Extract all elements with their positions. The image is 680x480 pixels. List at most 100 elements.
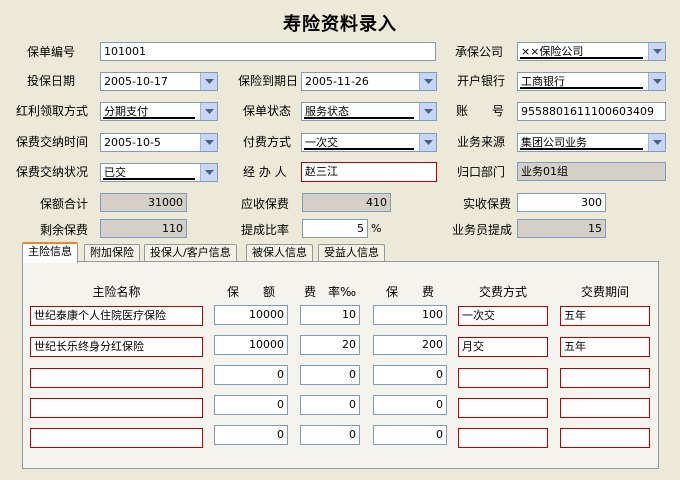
status-label: 保单状态 (243, 104, 292, 118)
focus-underline (304, 117, 414, 119)
amount-cell[interactable]: 0 (214, 425, 288, 445)
method-cell[interactable]: 一次交 (458, 306, 548, 326)
rate-cell[interactable]: 0 (300, 395, 360, 415)
rate-label: 提成比率 (241, 223, 290, 237)
premium-cell[interactable]: 100 (373, 305, 447, 325)
pay-method-label: 付费方式 (243, 135, 292, 149)
rate-cell[interactable]: 0 (300, 425, 360, 445)
pay-time-label: 保费交纳时间 (16, 135, 89, 149)
dept-label: 归口部门 (457, 165, 506, 179)
tab-beneficiary-info[interactable]: 受益人信息 (318, 244, 385, 262)
chevron-down-icon[interactable] (200, 134, 217, 151)
policy-no-label: 保单编号 (27, 45, 76, 59)
chevron-down-icon[interactable] (648, 73, 665, 90)
rate-unit: % (371, 222, 382, 235)
chevron-down-icon[interactable] (200, 103, 217, 120)
chevron-down-icon[interactable] (200, 164, 217, 181)
pay-status-select[interactable]: 已交 (100, 163, 218, 182)
commission-field: 15 (517, 219, 606, 238)
chevron-down-icon[interactable] (419, 103, 436, 120)
name-cell[interactable]: 世纪泰康个人住院医疗保险 (30, 306, 203, 326)
insurer-label: 承保公司 (455, 45, 504, 59)
bank-label: 开户银行 (457, 74, 506, 88)
pay-status-label: 保费交纳状况 (16, 165, 89, 179)
col-header-name: 主险名称 (92, 285, 141, 299)
rate-cell[interactable]: 10 (300, 305, 360, 325)
rate-field[interactable]: 5 (302, 219, 368, 238)
chevron-down-icon[interactable] (419, 73, 436, 90)
focus-underline (520, 87, 643, 89)
insure-date-label: 投保日期 (27, 74, 76, 88)
col-header-method: 交费方式 (478, 285, 527, 299)
method-cell[interactable] (458, 368, 548, 388)
col-header-period: 交费期间 (580, 285, 629, 299)
period-cell[interactable]: 五年 (560, 306, 650, 326)
amount-cell[interactable]: 0 (214, 365, 288, 385)
expiry-date-value: 2005-11-26 (305, 75, 369, 88)
expiry-label: 保险到期日 (238, 74, 299, 88)
receivable-field: 410 (302, 193, 391, 212)
chevron-down-icon[interactable] (648, 43, 665, 60)
expiry-date-picker[interactable]: 2005-11-26 (301, 72, 437, 91)
col-header-premium: 保 费 (385, 285, 434, 299)
method-cell[interactable] (458, 428, 548, 448)
premium-cell[interactable]: 0 (373, 365, 447, 385)
method-cell[interactable]: 月交 (458, 337, 548, 357)
remaining-field: 110 (100, 219, 187, 238)
tab-insured-info[interactable]: 被保人信息 (246, 244, 313, 262)
dept-field: 业务01组 (517, 162, 666, 181)
bank-select[interactable]: 工商银行 (517, 72, 666, 91)
period-cell[interactable] (560, 368, 650, 388)
period-cell[interactable] (560, 398, 650, 418)
account-label: 账 号 (456, 104, 505, 118)
source-label: 业务来源 (457, 135, 506, 149)
amount-cell[interactable]: 0 (214, 395, 288, 415)
received-label: 实收保费 (463, 197, 512, 211)
col-header-rate: 费 率‰ (303, 285, 357, 299)
focus-underline (520, 57, 643, 59)
total-field: 31000 (100, 193, 187, 212)
chevron-down-icon[interactable] (419, 134, 436, 151)
pay-method-select[interactable]: 一次交 (301, 133, 437, 152)
name-cell[interactable]: 世纪长乐终身分红保险 (30, 337, 203, 357)
focus-underline (103, 117, 195, 119)
premium-cell[interactable]: 200 (373, 335, 447, 355)
agent-field[interactable]: 赵三江 (301, 162, 437, 182)
tab-additional-insurance[interactable]: 附加保险 (84, 244, 140, 262)
method-cell[interactable] (458, 398, 548, 418)
remaining-label: 剩余保费 (40, 223, 89, 237)
received-field[interactable]: 300 (517, 193, 606, 212)
chevron-down-icon[interactable] (200, 73, 217, 90)
amount-cell[interactable]: 10000 (214, 305, 288, 325)
chevron-down-icon[interactable] (648, 134, 665, 151)
insurer-select[interactable]: ××保险公司 (517, 42, 666, 61)
premium-cell[interactable]: 0 (373, 395, 447, 415)
page-title: 寿险资料录入 (283, 14, 397, 35)
focus-underline (103, 178, 195, 180)
pay-time-picker[interactable]: 2005-10-5 (100, 133, 218, 152)
name-cell[interactable] (30, 368, 203, 388)
amount-cell[interactable]: 10000 (214, 335, 288, 355)
agent-label: 经 办 人 (243, 165, 287, 179)
col-header-amount: 保 额 (226, 285, 275, 299)
insure-date-picker[interactable]: 2005-10-17 (100, 72, 218, 91)
dividend-select[interactable]: 分期支付 (100, 102, 218, 121)
source-select[interactable]: 集团公司业务 (517, 133, 666, 152)
account-field[interactable]: 9558801611100603409 (517, 102, 666, 121)
name-cell[interactable] (30, 428, 203, 448)
rate-cell[interactable]: 0 (300, 365, 360, 385)
total-label: 保额合计 (40, 197, 89, 211)
period-cell[interactable]: 五年 (560, 337, 650, 357)
focus-underline (520, 148, 643, 150)
dividend-label: 红利领取方式 (16, 104, 89, 118)
status-select[interactable]: 服务状态 (301, 102, 437, 121)
tab-main-insurance[interactable]: 主险信息 (22, 242, 78, 263)
premium-cell[interactable]: 0 (373, 425, 447, 445)
receivable-label: 应收保费 (241, 197, 290, 211)
policy-no-field[interactable]: 101001 (100, 42, 436, 61)
name-cell[interactable] (30, 398, 203, 418)
focus-underline (304, 148, 414, 150)
period-cell[interactable] (560, 428, 650, 448)
rate-cell[interactable]: 20 (300, 335, 360, 355)
tab-policyholder-info[interactable]: 投保人/客户信息 (144, 244, 237, 262)
